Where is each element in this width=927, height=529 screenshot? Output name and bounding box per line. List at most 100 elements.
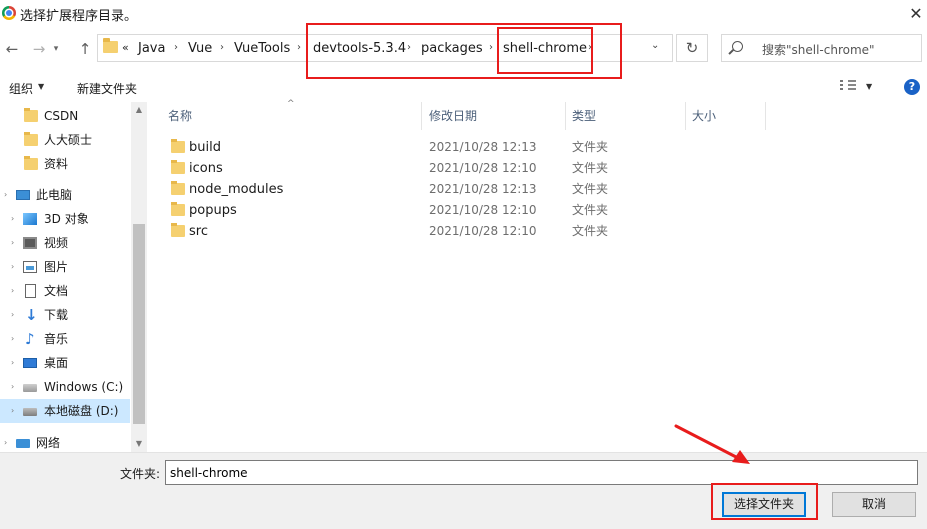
current-folder-highlight-box xyxy=(497,27,593,74)
expand-icon[interactable]: › xyxy=(11,279,14,303)
nav-item-label: CSDN xyxy=(44,109,79,123)
folder-icon xyxy=(171,202,185,216)
nav-item-materials[interactable]: 资料 xyxy=(0,152,130,176)
close-button[interactable]: ✕ xyxy=(905,2,927,26)
nav-item-label: 本地磁盘 (D:) xyxy=(44,404,119,418)
expand-icon[interactable]: › xyxy=(11,351,14,375)
breadcrumb-item[interactable]: Vue xyxy=(188,41,212,56)
red-arrow-icon xyxy=(674,424,750,464)
back-button[interactable]: ← xyxy=(2,39,22,59)
expand-icon[interactable]: › xyxy=(11,231,14,255)
forward-button[interactable]: → xyxy=(29,39,49,59)
folder-label: 文件夹: xyxy=(120,467,161,481)
nav-item-downloads[interactable]: › ↓ 下载 xyxy=(0,303,130,327)
folder-icon xyxy=(171,181,185,195)
drive-icon xyxy=(23,384,37,392)
nav-item-label: 资料 xyxy=(44,157,69,171)
documents-icon xyxy=(25,284,36,298)
folder-icon xyxy=(171,139,185,153)
nav-item-label: 图片 xyxy=(44,260,69,274)
file-row[interactable]: icons 2021/10/28 12:10 文件夹 xyxy=(162,158,766,179)
file-row[interactable]: build 2021/10/28 12:13 文件夹 xyxy=(162,137,766,158)
chevron-right-icon[interactable]: › xyxy=(297,42,301,53)
column-header-date[interactable]: 修改日期 xyxy=(423,102,566,130)
network-icon xyxy=(16,439,30,448)
chevron-right-icon[interactable]: › xyxy=(220,42,224,53)
file-row[interactable]: node_modules 2021/10/28 12:13 文件夹 xyxy=(162,179,766,200)
view-options-icon[interactable] xyxy=(840,80,856,93)
folder-name-input[interactable] xyxy=(165,460,918,485)
window-title: 选择扩展程序目录。 xyxy=(20,9,138,24)
file-type: 文件夹 xyxy=(572,203,609,217)
breadcrumb-overflow[interactable]: « xyxy=(122,41,129,54)
file-name: src xyxy=(189,224,208,239)
nav-item-label: 音乐 xyxy=(44,332,69,346)
expand-icon[interactable]: › xyxy=(11,375,14,399)
expand-icon[interactable]: › xyxy=(11,327,14,351)
file-name: build xyxy=(189,140,221,155)
expand-icon[interactable]: › xyxy=(11,399,14,423)
expand-icon[interactable]: › xyxy=(11,303,14,327)
nav-item-documents[interactable]: › 文档 xyxy=(0,279,130,303)
drive-icon xyxy=(23,408,37,416)
column-header-size[interactable]: 大小 xyxy=(686,102,766,130)
breadcrumb-item[interactable]: VueTools xyxy=(234,41,290,56)
new-folder-button[interactable]: 新建文件夹 xyxy=(77,80,137,97)
nav-item-label: 此电脑 xyxy=(36,188,73,202)
expand-icon[interactable]: › xyxy=(4,431,7,452)
music-icon: ♪ xyxy=(25,330,35,348)
nav-item-pictures[interactable]: › 图片 xyxy=(0,255,130,279)
up-button[interactable]: ↑ xyxy=(75,39,95,59)
file-type: 文件夹 xyxy=(572,161,609,175)
nav-item-master[interactable]: 人大硕士 xyxy=(0,128,130,152)
folder-icon xyxy=(103,38,118,53)
caret-down-icon[interactable]: ▼ xyxy=(866,82,872,91)
desktop-icon xyxy=(23,358,37,368)
file-name: node_modules xyxy=(189,182,284,197)
nav-scrollbar-thumb[interactable] xyxy=(133,224,145,424)
video-icon xyxy=(23,237,37,249)
nav-item-3d-objects[interactable]: › 3D 对象 xyxy=(0,207,130,231)
download-icon: ↓ xyxy=(25,306,38,324)
nav-item-label: 下载 xyxy=(44,308,69,322)
chevron-right-icon[interactable]: › xyxy=(174,42,178,53)
search-input[interactable]: 搜索"shell-chrome" xyxy=(721,34,922,62)
nav-item-music[interactable]: › ♪ 音乐 xyxy=(0,327,130,351)
expand-icon[interactable]: › xyxy=(11,207,14,231)
cancel-button[interactable]: 取消 xyxy=(832,492,916,517)
organize-button[interactable]: 组织 xyxy=(9,80,33,97)
nav-item-label: Windows (C:) xyxy=(44,380,124,394)
refresh-button[interactable]: ↻ xyxy=(676,34,708,62)
nav-item-drive-c[interactable]: › Windows (C:) xyxy=(0,375,130,399)
nav-item-network[interactable]: › 网络 xyxy=(0,431,130,452)
nav-item-csdn[interactable]: CSDN xyxy=(0,104,130,128)
nav-item-videos[interactable]: › 视频 xyxy=(0,231,130,255)
nav-item-drive-d[interactable]: › 本地磁盘 (D:) xyxy=(0,399,130,423)
help-button[interactable]: ? xyxy=(904,79,920,95)
folder-icon xyxy=(24,156,38,170)
file-date: 2021/10/28 12:13 xyxy=(429,182,537,196)
address-dropdown-button[interactable]: ⌄ xyxy=(651,40,659,51)
column-header-type[interactable]: 类型 xyxy=(566,102,686,130)
folder-icon xyxy=(24,132,38,146)
nav-item-label: 人大硕士 xyxy=(44,133,93,147)
expand-icon[interactable]: › xyxy=(11,255,14,279)
file-row[interactable]: popups 2021/10/28 12:10 文件夹 xyxy=(162,200,766,221)
file-row[interactable]: src 2021/10/28 12:10 文件夹 xyxy=(162,221,766,242)
file-date: 2021/10/28 12:10 xyxy=(429,203,537,217)
navigation-pane: CSDN 人大硕士 资料 › 此电脑 › 3D 对象 › 视频 › 图片 › 文… xyxy=(0,102,147,452)
folder-icon xyxy=(171,223,185,237)
nav-item-desktop[interactable]: › 桌面 xyxy=(0,351,130,375)
file-type: 文件夹 xyxy=(572,140,609,154)
select-button-highlight-box xyxy=(711,483,818,520)
nav-item-label: 文档 xyxy=(44,284,69,298)
breadcrumb-item[interactable]: Java xyxy=(138,41,165,56)
caret-down-icon[interactable]: ▼ xyxy=(38,82,44,91)
pc-icon xyxy=(16,190,30,200)
scroll-up-icon[interactable]: ▲ xyxy=(131,102,147,118)
expand-icon[interactable]: › xyxy=(4,183,7,207)
nav-item-this-pc[interactable]: › 此电脑 xyxy=(0,183,130,207)
recent-locations-button[interactable]: ▾ xyxy=(50,39,62,59)
column-header-name[interactable]: 名称 xyxy=(162,102,422,130)
scroll-down-icon[interactable]: ▼ xyxy=(131,436,147,452)
